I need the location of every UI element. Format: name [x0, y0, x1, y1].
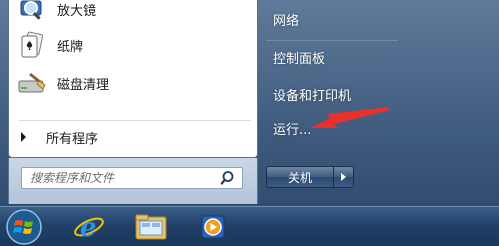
search-input[interactable] [22, 170, 220, 186]
shutdown-group: 关机 [266, 166, 354, 188]
start-button[interactable] [0, 209, 48, 245]
taskbar-internet-explorer[interactable]: e [62, 209, 116, 245]
taskbar: e [0, 206, 499, 246]
media-player-icon [201, 215, 225, 239]
taskbar-media-player[interactable] [186, 209, 240, 245]
windows-logo-icon [6, 209, 42, 245]
windows-explorer-icon [135, 214, 167, 240]
program-label: 纸牌 [57, 39, 84, 55]
annotation-arrow-icon [310, 107, 390, 128]
program-label: 磁盘清理 [57, 77, 110, 93]
disk-cleanup-icon [17, 68, 47, 98]
internet-explorer-icon: e [74, 213, 104, 243]
search-box[interactable] [21, 167, 243, 189]
program-item-magnifier[interactable]: 放大镜 [11, 0, 255, 26]
divider [19, 120, 251, 121]
chevron-right-icon [21, 132, 26, 142]
all-programs-label: 所有程序 [46, 131, 99, 147]
places-item-network[interactable]: 网络 [264, 10, 402, 34]
desktop: 放大镜 纸牌 磁盘清理 所有程序 搜索程序和文件 网络 控制面板 设备和打印机 … [0, 0, 499, 246]
start-menu-search-area [8, 158, 258, 204]
svg-text:e: e [80, 213, 97, 243]
chevron-right-icon [341, 173, 346, 181]
solitaire-icon [17, 30, 47, 60]
start-menu-programs-pane: 放大镜 纸牌 磁盘清理 所有程序 [8, 0, 258, 158]
all-programs-item[interactable]: 所有程序 [11, 124, 255, 150]
search-icon[interactable] [220, 169, 238, 187]
shutdown-options-button[interactable] [334, 166, 354, 188]
program-item-solitaire[interactable]: 纸牌 [11, 28, 255, 62]
places-item-control-panel[interactable]: 控制面板 [264, 48, 402, 72]
magnifier-icon [17, 0, 47, 24]
program-item-disk-cleanup[interactable]: 磁盘清理 [11, 66, 255, 100]
shutdown-button[interactable]: 关机 [266, 166, 334, 188]
taskbar-windows-explorer[interactable] [124, 209, 178, 245]
program-label: 放大镜 [57, 3, 97, 19]
divider [266, 40, 398, 41]
